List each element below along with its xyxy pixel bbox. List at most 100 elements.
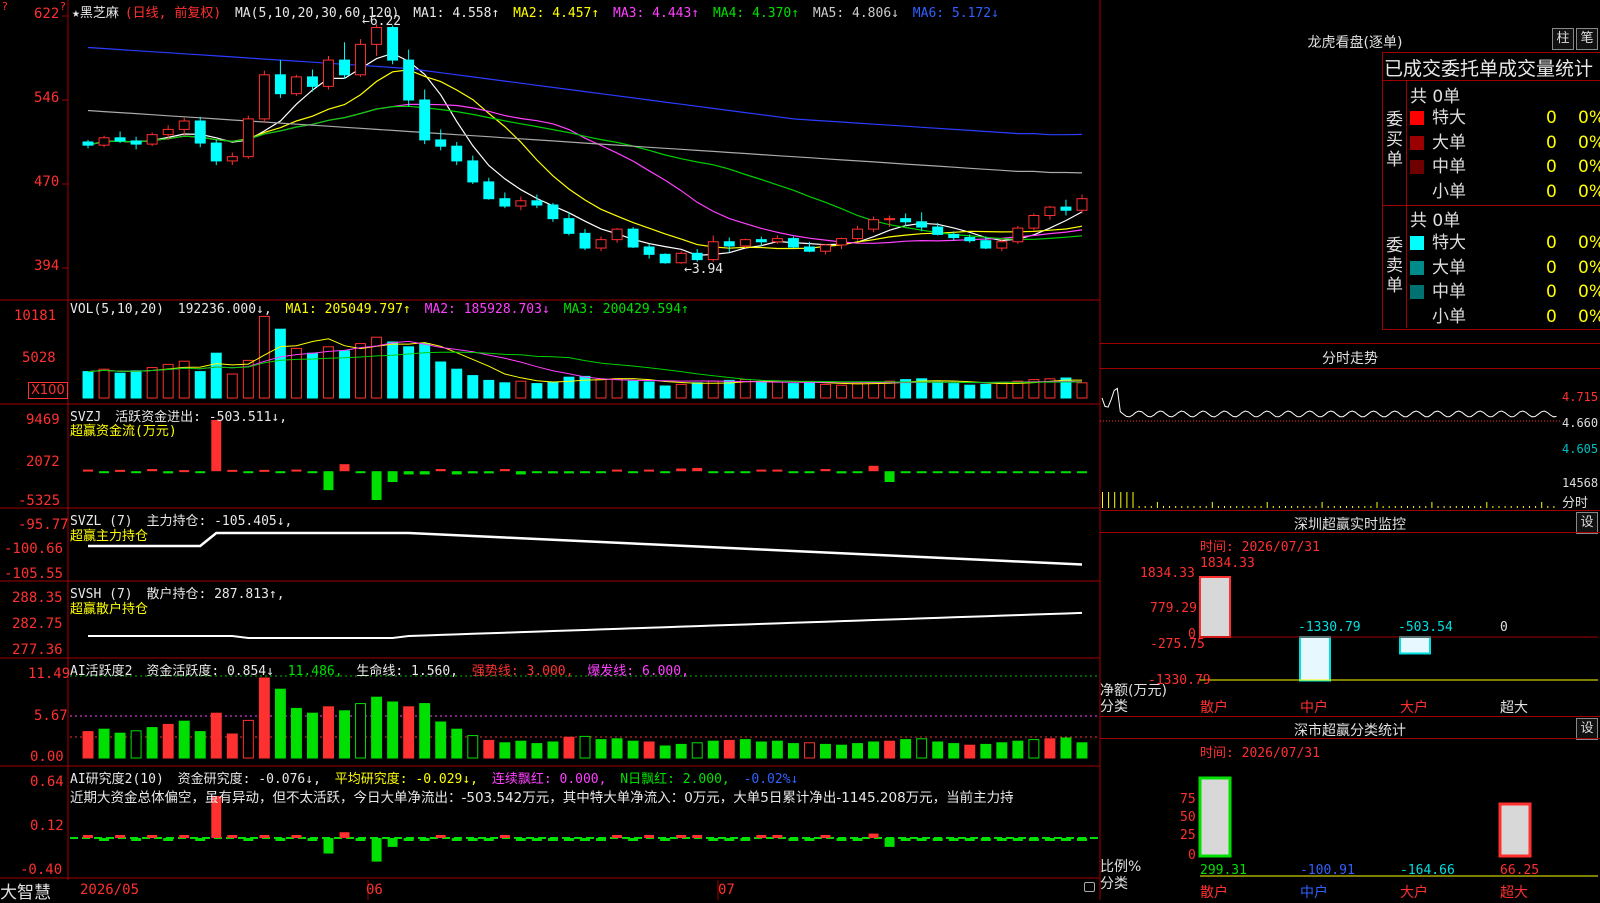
- intraday-ytick: 4.605: [1562, 442, 1599, 456]
- lock-icon[interactable]: [1084, 882, 1095, 892]
- volume-bar: [323, 346, 334, 399]
- order-type: 特大: [1432, 108, 1466, 128]
- candle-body: [547, 204, 559, 220]
- favorite-star-icon[interactable]: ★: [72, 6, 80, 21]
- ai1-bar: [1028, 739, 1040, 759]
- flow-bar: [291, 469, 302, 472]
- candle-body: [499, 198, 511, 207]
- candle-body: [1044, 206, 1056, 217]
- order-count: 0: [1546, 132, 1557, 153]
- ai2-bar: [612, 835, 623, 838]
- flow-bar: [435, 469, 446, 472]
- monitor-category-label: 分类: [1100, 699, 1128, 715]
- flow-bar: [451, 471, 462, 475]
- ai1-bar: [306, 712, 318, 759]
- intraday-vol-bar: [1352, 506, 1354, 508]
- vol-value: 192236.000↓,: [177, 302, 272, 317]
- intraday-vol-bar: [1144, 506, 1146, 508]
- ai2-commentary: 近期大资金总体偏空，虽有异动，但不太活跃，今日大单净流出：-503.542万元，…: [70, 790, 1014, 806]
- svzj-ytick: 9469: [26, 412, 60, 428]
- candle-body: [290, 76, 302, 95]
- ai1-bar: [980, 743, 992, 759]
- ai2-bar: [275, 838, 286, 841]
- ai1-bar: [226, 733, 238, 759]
- candle-body: [82, 141, 94, 146]
- volume-bar: [803, 382, 815, 399]
- question-icon-right[interactable]: ?: [60, 0, 66, 13]
- candle-body: [114, 137, 126, 142]
- ai1-ytick: 11.49: [28, 666, 71, 682]
- ai1-bar: [884, 740, 896, 759]
- ai2-bar: [323, 838, 334, 854]
- sell-orders-label: 委卖单: [1386, 236, 1403, 296]
- period-mode[interactable]: (日线, 前复权): [125, 6, 221, 21]
- ai1-bar: [146, 727, 158, 759]
- pen-mode-button[interactable]: 笔: [1576, 28, 1598, 50]
- candle-body: [563, 218, 575, 234]
- volume-bar: [419, 343, 431, 399]
- monitor-value-label: -503.54: [1398, 620, 1453, 635]
- flow-bar: [307, 471, 318, 474]
- flow-bar: [547, 471, 558, 474]
- vol-unit-badge[interactable]: X100: [28, 382, 68, 399]
- flow-bar: [724, 471, 735, 474]
- flow-bar: [1044, 471, 1055, 474]
- ai1-bar: [739, 739, 751, 759]
- monitor-category: 散户: [1200, 700, 1228, 716]
- intraday-vol-bar: [1278, 506, 1280, 508]
- candle-body: [355, 43, 367, 76]
- monitor-bar: [1399, 636, 1431, 655]
- bar-mode-button[interactable]: 柱: [1552, 28, 1574, 50]
- ma3-value: MA3: 4.443↑: [613, 6, 700, 21]
- brand-logo[interactable]: 大智慧: [0, 878, 51, 903]
- ai1-bar: [563, 736, 575, 759]
- order-color-swatch: [1410, 236, 1424, 250]
- flow-bar: [419, 471, 430, 475]
- flow-bar: [580, 471, 590, 474]
- intraday-vol-bar: [1272, 506, 1274, 508]
- classify-ytick: 75: [1180, 792, 1196, 807]
- intraday-vol-bar: [1138, 506, 1140, 508]
- question-icon-left[interactable]: ?: [2, 0, 18, 16]
- classify-category: 散户: [1200, 885, 1228, 901]
- candle-body: [755, 239, 767, 243]
- candle-body: [803, 246, 815, 252]
- ai2-bar: [147, 835, 158, 838]
- order-type: 小单: [1432, 181, 1466, 202]
- xaxis-label: 07: [718, 882, 735, 898]
- flow-bar: [195, 471, 206, 474]
- flow-bar: [596, 471, 607, 474]
- ai1-bar: [691, 742, 703, 759]
- intraday-price-line: [1101, 387, 1557, 418]
- flow-bar: [499, 469, 510, 472]
- monitor-settings-button[interactable]: 设: [1576, 512, 1598, 534]
- intraday-vol-bar: [1510, 506, 1512, 508]
- flow-bar: [948, 471, 959, 474]
- ai2-bar: [1044, 838, 1055, 841]
- ai1-bar: [1044, 738, 1056, 759]
- order-color-swatch: [1410, 160, 1424, 174]
- candle-body: [1060, 206, 1072, 211]
- ai2-c: 连续飘红: 0.000,: [491, 772, 607, 787]
- ai1-bar: [82, 731, 94, 759]
- ai2-bar: [580, 838, 590, 841]
- candle-body: [659, 253, 671, 264]
- sell-total: 共 0单: [1410, 211, 1461, 231]
- flow-bar: [371, 471, 382, 500]
- intraday-vol-bar: [1108, 492, 1110, 508]
- flow-bar: [467, 471, 478, 474]
- volume-bar: [435, 361, 447, 399]
- candle-body: [419, 99, 431, 141]
- order-pct: 0%: [1578, 108, 1600, 128]
- ai1-bar: [114, 732, 126, 759]
- classify-settings-button[interactable]: 设: [1576, 718, 1598, 740]
- flow-bar: [900, 471, 911, 474]
- ma-line: [87, 103, 1083, 244]
- ma6-value: MA6: 5.172↓: [912, 6, 999, 21]
- flow-bar: [131, 471, 142, 474]
- ai2-bar: [756, 835, 767, 838]
- flow-bar: [612, 469, 623, 472]
- volume-bar: [82, 371, 94, 399]
- svsh-ytick: 277.36: [12, 642, 63, 658]
- ai1-bar: [755, 741, 767, 759]
